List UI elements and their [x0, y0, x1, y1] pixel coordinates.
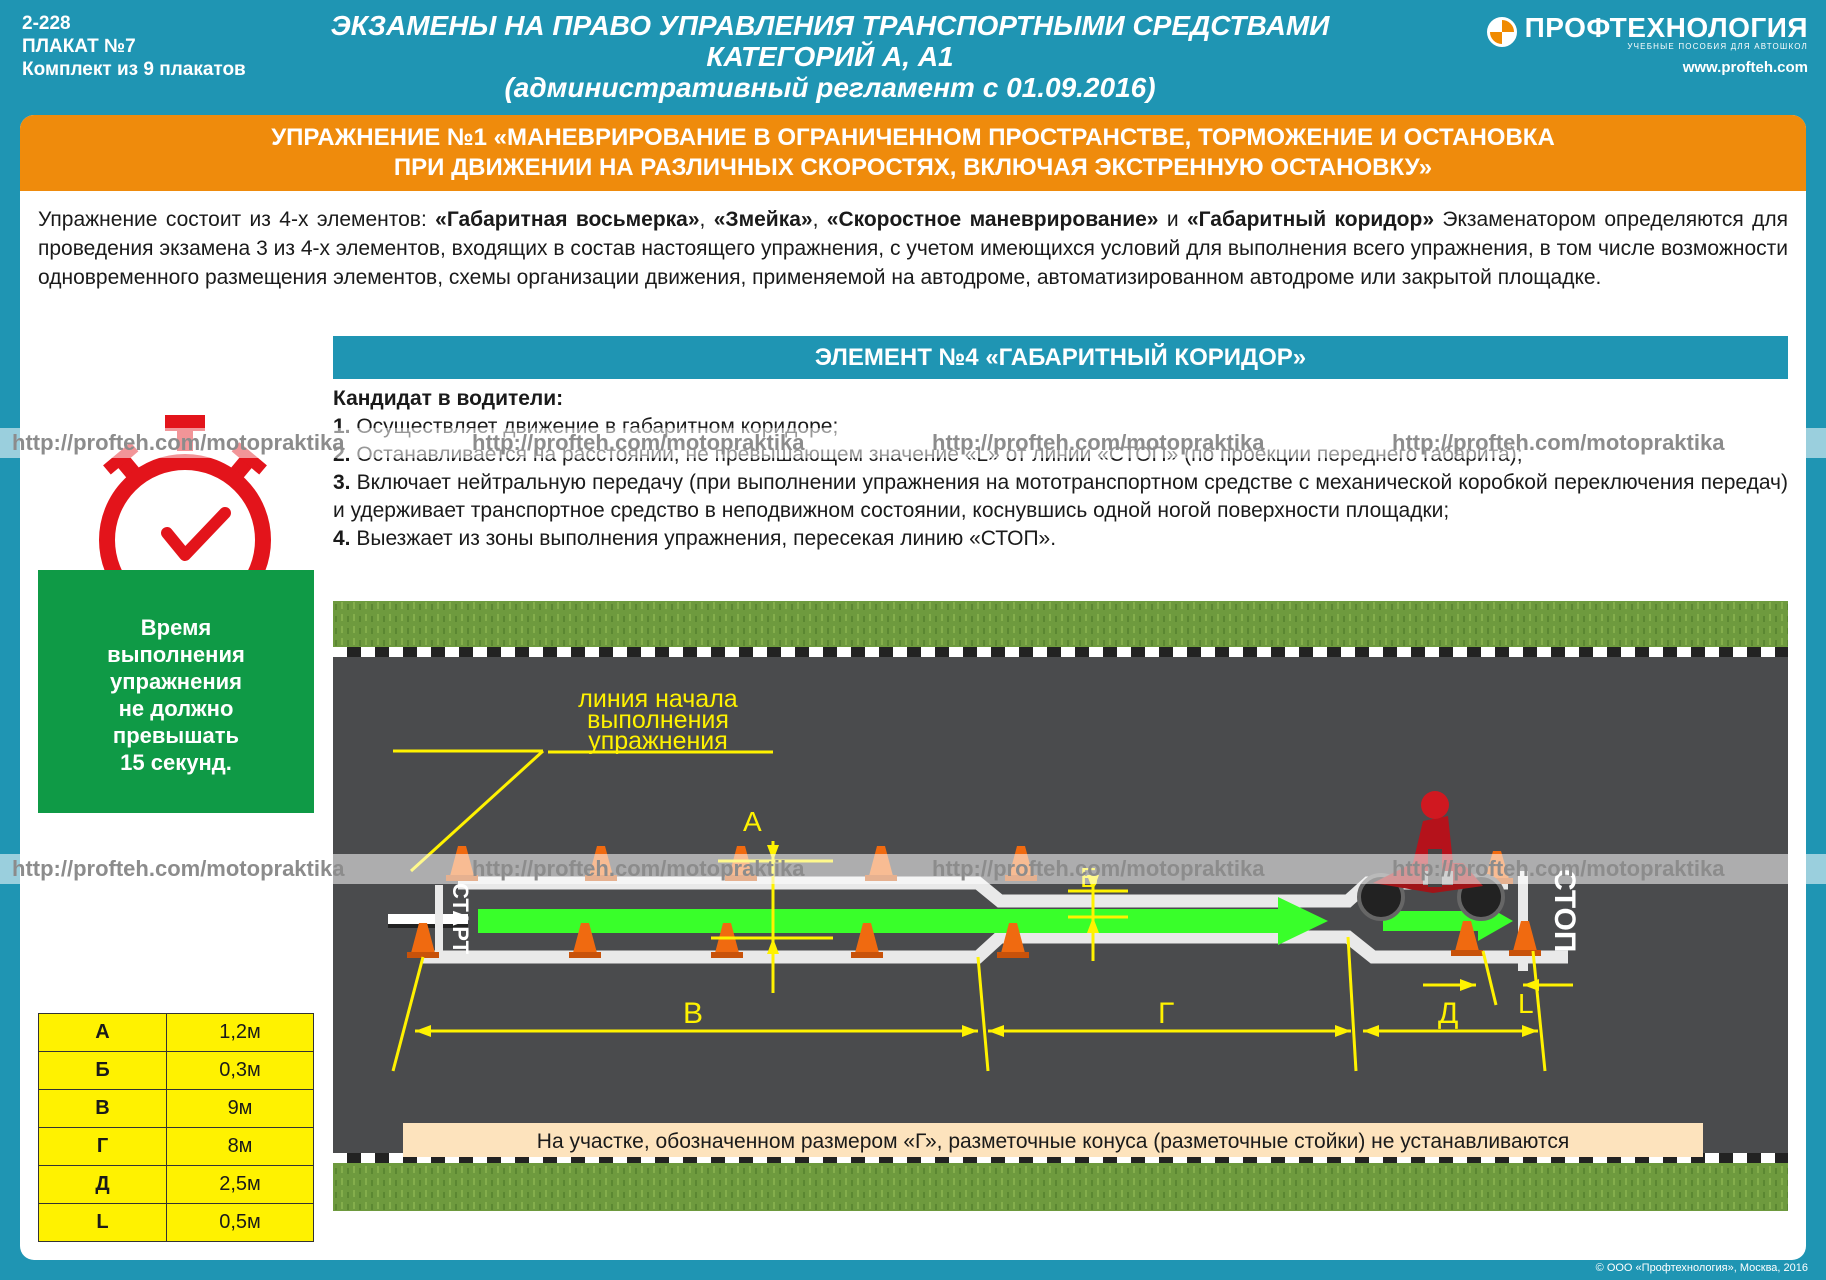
- dimensions-table: А 1,2м Б 0,3м В 9м Г 8м Д 2,5м L 0,5м: [38, 1013, 314, 1242]
- intro-text: Упражнение состоит из 4-х элементов: «Га…: [38, 208, 1788, 289]
- instruction-item: 3. Включает нейтральную передачу (при вы…: [333, 471, 1788, 522]
- title-line-2: КАТЕГОРИЙ А, А1: [706, 41, 954, 72]
- time-limit-box: Время выполнения упражнения не должно пр…: [38, 570, 314, 813]
- corridor-diagram: СТАРТ СТОП А В Г Д L линия начала выполн…: [333, 601, 1788, 1211]
- copyright: © ООО «Профтехнология», Москва, 2016: [1595, 1262, 1808, 1274]
- table-row: А 1,2м: [38, 1013, 314, 1052]
- candidate-heading: Кандидат в водители:: [333, 387, 564, 410]
- table-row: В 9м: [38, 1089, 314, 1128]
- table-row: Д 2,5м: [38, 1165, 314, 1204]
- table-row: Г 8м: [38, 1127, 314, 1166]
- exercise-title-line-2: ПРИ ДВИЖЕНИИ НА РАЗЛИЧНЫХ СКОРОСТЯХ, ВКЛ…: [393, 154, 1433, 181]
- instruction-item: 4. Выезжает из зоны выполнения упражнени…: [333, 527, 1057, 550]
- grass-bottom: [333, 1159, 1788, 1211]
- element-name-3: «Скоростное маневрирование»: [826, 208, 1159, 231]
- note-text: На участке, обозначенном размером «Г», р…: [537, 1130, 1569, 1153]
- main-panel: УПРАЖНЕНИЕ №1 «МАНЕВРИРОВАНИЕ В ОГРАНИЧЕ…: [20, 115, 1806, 1260]
- exercise-title: УПРАЖНЕНИЕ №1 «МАНЕВРИРОВАНИЕ В ОГРАНИЧЕ…: [20, 115, 1806, 191]
- poster-title: ЭКЗАМЕНЫ НА ПРАВО УПРАВЛЕНИЯ ТРАНСПОРТНЫ…: [300, 10, 1360, 103]
- dim-v-label: В: [683, 997, 703, 1030]
- title-line-3: (административный регламент с 01.09.2016…: [504, 72, 1156, 103]
- logo-url: www.profteh.com: [1682, 59, 1808, 76]
- publisher-logo: ПРОФТЕХНОЛОГИЯ УЧЕБНЫЕ ПОСОБИЯ ДЛЯ АВТОШ…: [1486, 12, 1808, 76]
- element-name-2: «Змейка»: [713, 208, 813, 231]
- element-name-1: «Габаритная восьмерка»: [435, 208, 700, 231]
- element-name-4: «Габаритный коридор»: [1186, 208, 1434, 231]
- poster-id: 2-228 ПЛАКАТ №7 Комплект из 9 плакатов: [22, 12, 246, 81]
- dim-a-label: А: [743, 806, 762, 837]
- title-line-1: ЭКЗАМЕНЫ НА ПРАВО УПРАВЛЕНИЯ ТРАНСПОРТНЫ…: [330, 10, 1330, 41]
- poster-number: ПЛАКАТ №7: [22, 36, 136, 57]
- logo-name: ПРОФТЕХНОЛОГИЯ: [1524, 12, 1808, 43]
- candidate-instructions: Кандидат в водители: 1. Осуществляет дви…: [333, 385, 1788, 553]
- exercise-title-line-1: УПРАЖНЕНИЕ №1 «МАНЕВРИРОВАНИЕ В ОГРАНИЧЕ…: [271, 124, 1555, 151]
- poster-code: 2-228: [22, 13, 71, 34]
- dim-g-label: Г: [1158, 997, 1174, 1030]
- dim-l-label: L: [1518, 988, 1534, 1019]
- direction-arrow: [478, 909, 1278, 933]
- watermark-band: http://profteh.com/motopraktika http://pr…: [0, 854, 1826, 884]
- watermark-band: http://profteh.com/motopraktika http://pr…: [0, 428, 1826, 458]
- poster-set: Комплект из 9 плакатов: [22, 59, 246, 80]
- logo-icon: [1486, 16, 1517, 47]
- table-row: Б 0,3м: [38, 1051, 314, 1090]
- grass-top: [333, 601, 1788, 649]
- curb-top: [333, 647, 1788, 657]
- dim-d-label: Д: [1438, 997, 1458, 1030]
- table-row: L 0,5м: [38, 1203, 314, 1242]
- start-label: СТАРТ: [448, 883, 473, 955]
- element-title: ЭЛЕМЕНТ №4 «ГАБАРИТНЫЙ КОРИДОР»: [333, 336, 1788, 379]
